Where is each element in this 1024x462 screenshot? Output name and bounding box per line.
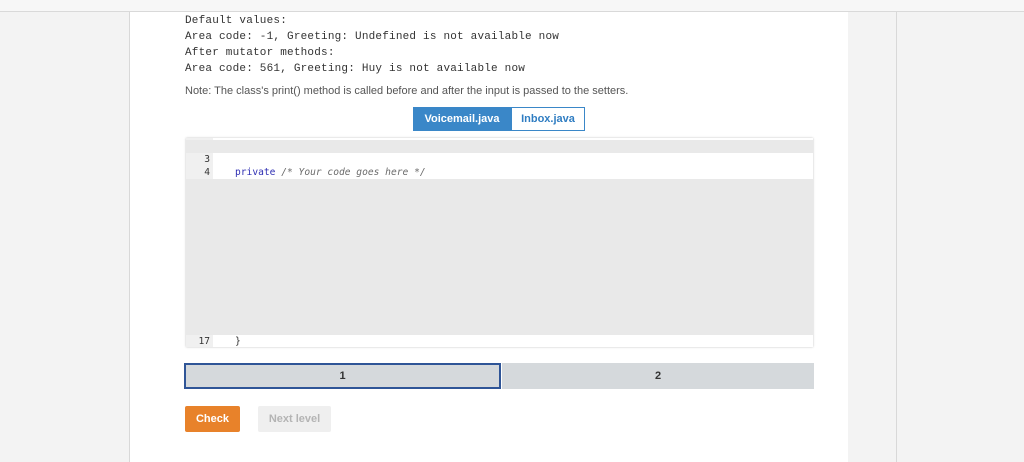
code-line-text: } [235,336,241,347]
tab-inbox-java[interactable]: Inbox.java [511,107,585,131]
code-line[interactable]: 8 } [186,205,813,243]
line-number: 17 [198,336,210,347]
tab-voicemail-java[interactable]: Voicemail.java [413,107,511,131]
right-divider [896,12,897,462]
level-1-tab[interactable]: 1 [184,363,501,389]
code-line[interactable]: 5 [186,166,813,191]
code-editor[interactable]: 3 private /* Your code goes here */ 4 pr… [186,138,813,347]
level-2-tab[interactable]: 2 [502,363,814,389]
code-line[interactable]: 11 greeting = voicemailGreeting; [186,244,813,282]
check-button[interactable]: Check [185,406,240,432]
code-line[interactable]: 10 public void setGreeting(String voicem… [186,231,813,269]
code-line[interactable]: 16 } [186,309,813,347]
code-line[interactable]: 7 areaCode = voicemailAreaCode; [186,192,813,230]
code-line[interactable]: 9 [186,218,813,243]
top-bar [0,0,1024,12]
code-line[interactable]: 12 } [186,257,813,295]
expected-output-line: After mutator methods: [185,47,335,59]
code-line[interactable]: 15 System.out.println("Area code: " + ar… [186,296,813,334]
code-line[interactable]: 13 [186,270,813,295]
code-line[interactable]: 3 private /* Your code goes here */ [186,140,813,178]
instruction-note: Note: The class's print() method is call… [185,85,629,97]
code-line[interactable]: 4 private /* Your code goes here */ [186,153,813,191]
next-level-button[interactable]: Next level [258,406,331,432]
code-line[interactable]: 14 public void print() { [186,283,813,321]
expected-output-line: Area code: -1, Greeting: Undefined is no… [185,31,560,43]
expected-output-line: Default values: [185,15,288,27]
expected-output-line: Area code: 561, Greeting: Huy is not ava… [185,63,526,75]
code-line[interactable]: 17 } [186,322,813,347]
code-line[interactable]: 6 public void setAreaCode(int voicemailA… [186,179,813,217]
